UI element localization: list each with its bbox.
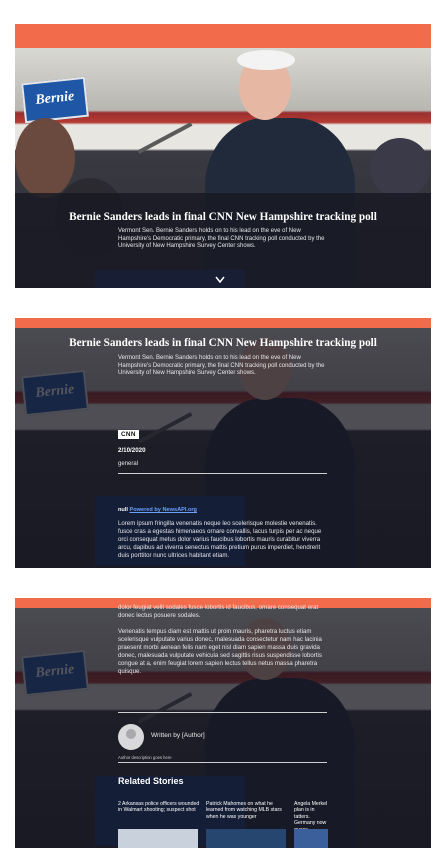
article-title: Bernie Sanders leads in final CNN New Ha… xyxy=(69,211,377,223)
divider xyxy=(118,712,327,713)
related-stories-heading: Related Stories xyxy=(118,776,184,786)
article-title: Bernie Sanders leads in final CNN New Ha… xyxy=(69,337,377,349)
divider xyxy=(118,473,327,474)
hero-panel: Bernie Bernie Sanders leads in final CNN… xyxy=(15,24,431,288)
accent-bar xyxy=(15,318,431,328)
author-related-panel: Bernie dolor feugiat velit sodales fusce… xyxy=(15,598,431,848)
related-story-card[interactable]: 2 Arkansas police officers wounded in Wa… xyxy=(118,801,200,848)
article-paragraph-1-tail: dolor feugiat velit sodales fusce lobort… xyxy=(118,604,319,619)
related-story-card[interactable]: Angela Merkel plan is in tatters. German… xyxy=(294,801,328,848)
source-badge[interactable]: CNN xyxy=(118,430,139,439)
accent-bar xyxy=(15,24,431,48)
author-name: Written by [Author] xyxy=(151,732,205,739)
chevron-down-icon[interactable] xyxy=(215,276,225,286)
related-story-thumbnail[interactable] xyxy=(294,829,328,848)
newsapi-link[interactable]: Powered by NewsAPI.org xyxy=(130,507,197,513)
article-paragraph-2: Venenatis tempus diam est mattis ut proi… xyxy=(118,628,322,675)
divider xyxy=(118,762,327,763)
author-avatar xyxy=(118,724,144,750)
article-date: 2/10/2020 xyxy=(118,447,146,454)
author-description: Author description goes here xyxy=(118,755,172,760)
related-story-title[interactable]: Patrick Mahomes on what he learned from … xyxy=(206,801,288,820)
related-story-thumbnail[interactable] xyxy=(206,829,286,848)
article-paragraph-1: Lorem ipsum fringilla venenatis neque le… xyxy=(118,520,322,559)
article-category: general xyxy=(118,461,139,467)
article-summary: Vermont Sen. Bernie Sanders holds on to … xyxy=(118,355,325,377)
api-credit: null Powered by NewsAPI.org xyxy=(118,507,197,513)
credit-prefix: null xyxy=(118,507,128,513)
hero-photo: Bernie Bernie Sanders leads in final CNN… xyxy=(15,48,431,288)
related-story-thumbnail[interactable] xyxy=(118,829,198,848)
article-summary: Vermont Sen. Bernie Sanders holds on to … xyxy=(118,228,325,250)
related-story-title[interactable]: 2 Arkansas police officers wounded in Wa… xyxy=(118,801,200,814)
related-story-card[interactable]: Patrick Mahomes on what he learned from … xyxy=(206,801,288,848)
article-detail-panel: Bernie Bernie Sanders leads in final CNN… xyxy=(15,318,431,568)
